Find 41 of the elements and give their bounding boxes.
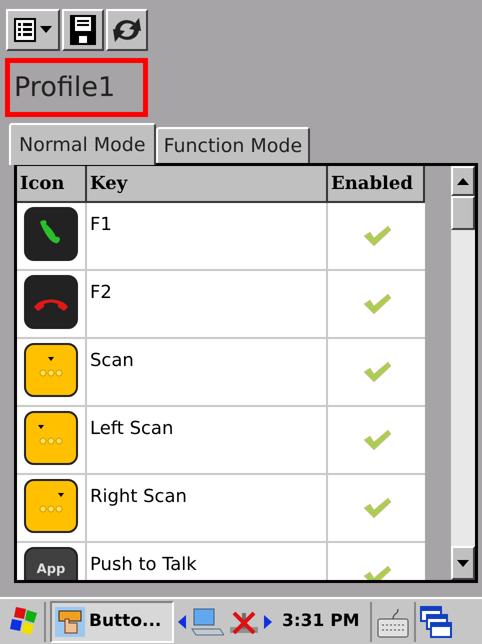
scrollbar[interactable]	[451, 166, 476, 580]
checkmark-icon[interactable]	[362, 292, 392, 316]
key-name: F2	[90, 282, 112, 303]
column-header[interactable]: Icon	[17, 166, 87, 201]
icon-label: App	[36, 563, 66, 576]
hang-up-icon	[24, 275, 78, 329]
scroll-up-button[interactable]	[451, 166, 476, 196]
save-button[interactable]	[62, 9, 104, 51]
scroll-thumb[interactable]	[451, 196, 476, 230]
right-arrow-icon[interactable]	[264, 614, 272, 628]
phone-icon	[24, 207, 78, 261]
up-arrow-icon	[457, 178, 470, 184]
clock-time: 3:31 PM	[282, 610, 360, 633]
down-arrow-icon	[457, 560, 470, 566]
list-dropdown-button[interactable]	[6, 9, 60, 51]
list-icon	[14, 18, 36, 42]
key-name: F1	[90, 214, 112, 235]
computer-icon	[190, 606, 224, 636]
scan-button-icon	[24, 479, 78, 533]
checkmark-icon[interactable]	[362, 496, 392, 520]
column-header[interactable]: Enabled	[328, 166, 425, 201]
tab[interactable]: Normal Mode	[9, 123, 156, 165]
task-button[interactable]: Butto...	[50, 600, 174, 642]
checkmark-icon[interactable]	[362, 428, 392, 452]
checkmark-icon[interactable]	[362, 360, 392, 384]
scroll-down-button[interactable]	[451, 546, 476, 580]
profile-name: Profile1	[5, 58, 148, 117]
column-header[interactable]: Key	[87, 166, 328, 201]
key-name: Push to Talk	[90, 554, 197, 575]
scan-button-icon	[24, 343, 78, 397]
hand-key-icon	[55, 606, 85, 636]
checkmark-icon[interactable]	[362, 224, 392, 248]
left-arrow-icon[interactable]	[178, 614, 186, 628]
refresh-button[interactable]	[106, 9, 148, 51]
windows-stack-icon[interactable]	[420, 606, 452, 638]
tab[interactable]: Function Mode	[156, 127, 310, 163]
scan-button-icon	[24, 411, 78, 465]
caret-icon	[40, 26, 52, 34]
key-name: Scan	[90, 350, 134, 371]
key-name: Right Scan	[90, 486, 187, 507]
key-name: Left Scan	[90, 418, 174, 439]
